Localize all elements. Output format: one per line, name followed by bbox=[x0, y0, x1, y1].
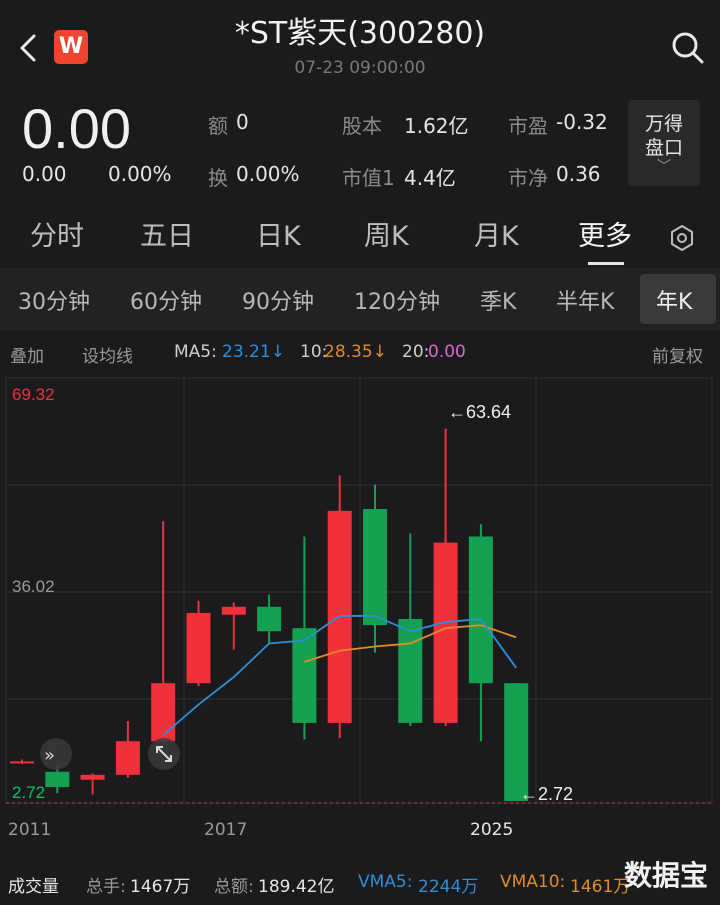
tab-weekly-k[interactable]: 周K bbox=[364, 214, 409, 253]
candle-2023 bbox=[433, 428, 458, 726]
chart-grid bbox=[5, 377, 713, 804]
tab-120min[interactable]: 120分钟 bbox=[354, 284, 440, 316]
market-cap-value: 4.4亿 bbox=[404, 166, 456, 190]
settings-button[interactable] bbox=[666, 222, 698, 254]
amount-label: 额 bbox=[208, 114, 228, 138]
tab-halfyear-k[interactable]: 半年K bbox=[556, 284, 614, 316]
y-label-top: 69.32 bbox=[12, 385, 55, 404]
wande-orderbook-button[interactable]: 万得 盘口 ﹀ bbox=[628, 100, 700, 186]
candle-2011 bbox=[10, 759, 34, 764]
tab-30min[interactable]: 30分钟 bbox=[18, 284, 90, 316]
x-tick-2017: 2017 bbox=[204, 820, 248, 840]
tab-60min[interactable]: 60分钟 bbox=[130, 284, 202, 316]
market-cap-label: 市值1 bbox=[342, 166, 395, 190]
candle-2024 bbox=[468, 524, 493, 742]
y-label-bottom: 2.72 bbox=[12, 783, 45, 802]
quote-time: 07-23 09:00:00 bbox=[294, 58, 426, 78]
ma5-label: MA5: bbox=[174, 342, 217, 362]
candle-2015 bbox=[151, 521, 176, 745]
watermark: 数据宝 bbox=[624, 859, 709, 892]
current-price: 0.00 bbox=[22, 97, 131, 160]
total-hands-label: 总手: bbox=[86, 877, 126, 897]
scroll-left-button[interactable]: » bbox=[40, 738, 72, 770]
candle-2021 bbox=[363, 484, 387, 653]
turnover-value: 0.00% bbox=[236, 162, 300, 186]
active-tab-indicator bbox=[588, 262, 624, 265]
pe-value: -0.32 bbox=[556, 110, 608, 134]
x-tick-2011: 2011 bbox=[8, 820, 52, 840]
set-ma-button[interactable]: 设均线 bbox=[82, 342, 133, 367]
total-amount-value: 189.42亿 bbox=[258, 877, 335, 897]
search-button[interactable] bbox=[668, 28, 708, 68]
kline-period-tabs: 30分钟 60分钟 90分钟 120分钟 季K 半年K 年K bbox=[0, 268, 720, 330]
y-label-mid: 36.02 bbox=[12, 577, 55, 596]
vma10-label: VMA10: bbox=[500, 872, 566, 892]
candle-2018 bbox=[257, 594, 282, 644]
candle-2014 bbox=[115, 721, 140, 778]
turnover-label: 换 bbox=[208, 166, 228, 190]
candle-2019 bbox=[292, 536, 317, 740]
tab-intraday[interactable]: 分时 bbox=[30, 214, 84, 253]
total-hands-value: 1467万 bbox=[130, 877, 191, 897]
high-annotation: ←63.64 bbox=[448, 402, 511, 422]
candle-2020 bbox=[327, 475, 352, 739]
adjust-mode-button[interactable]: 前复权 bbox=[652, 342, 703, 367]
tab-90min[interactable]: 90分钟 bbox=[242, 284, 314, 316]
x-tick-2025: 2025 bbox=[470, 820, 514, 840]
total-amount-label: 总额: bbox=[214, 877, 254, 897]
ma20-label: 20: bbox=[402, 342, 430, 362]
vma5-label: VMA5: bbox=[358, 872, 413, 892]
period-tabs: 分时 五日 日K 周K 月K 更多 bbox=[0, 200, 720, 265]
price-change-pct: 0.00% bbox=[108, 162, 172, 186]
volume-indicator-row: 成交量 总手: 1467万 总额: 189.42亿 VMA5: 2244万 VM… bbox=[0, 862, 720, 902]
vma10-value: 1461万 bbox=[570, 877, 631, 897]
low-annotation: ←2.72 bbox=[520, 784, 573, 804]
double-chevron-right-icon: » bbox=[44, 745, 55, 766]
gear-icon bbox=[671, 224, 693, 252]
expand-chart-button[interactable] bbox=[148, 738, 180, 770]
candle-2013 bbox=[80, 773, 105, 795]
volume-title[interactable]: 成交量 bbox=[8, 872, 59, 897]
pb-value: 0.36 bbox=[556, 162, 601, 186]
candle-2016 bbox=[186, 600, 211, 687]
tab-monthly-k[interactable]: 月K bbox=[474, 214, 519, 253]
ma10-value: 28.35↓ bbox=[324, 342, 387, 362]
overlay-button[interactable]: 叠加 bbox=[10, 342, 44, 367]
tab-quarter-k[interactable]: 季K bbox=[480, 284, 516, 316]
tab-daily-k[interactable]: 日K bbox=[256, 214, 301, 253]
tab-year-k[interactable]: 年K bbox=[656, 284, 692, 316]
wande-line2: 盘口 bbox=[644, 137, 683, 159]
search-icon bbox=[672, 32, 704, 64]
vma5-value: 2244万 bbox=[418, 877, 479, 897]
chevron-down-icon: ﹀ bbox=[657, 159, 671, 175]
candle-2017 bbox=[221, 602, 246, 650]
ma20-value: 0.00 bbox=[428, 342, 466, 362]
stock-title: *ST紫天(300280) bbox=[234, 16, 486, 51]
pe-label: 市盈 bbox=[508, 114, 548, 138]
wande-line1: 万得 bbox=[644, 113, 683, 135]
kline-chart[interactable]: 69.32 36.02 2.72 ←63.64 ←2.72 » bbox=[0, 372, 720, 832]
price-change: 0.00 bbox=[22, 162, 67, 186]
pb-label: 市净 bbox=[508, 166, 548, 190]
amount-value: 0 bbox=[236, 110, 249, 134]
tab-more[interactable]: 更多 bbox=[578, 214, 632, 253]
ma5-value: 23.21↓ bbox=[222, 342, 285, 362]
ma-indicator-row: 叠加 设均线 MA5: 23.21↓ 10: 28.35↓ 20: 0.00 前… bbox=[0, 334, 720, 372]
share-capital-value: 1.62亿 bbox=[404, 114, 469, 138]
tab-five-day[interactable]: 五日 bbox=[140, 214, 194, 253]
share-capital-label: 股本 bbox=[342, 114, 382, 138]
